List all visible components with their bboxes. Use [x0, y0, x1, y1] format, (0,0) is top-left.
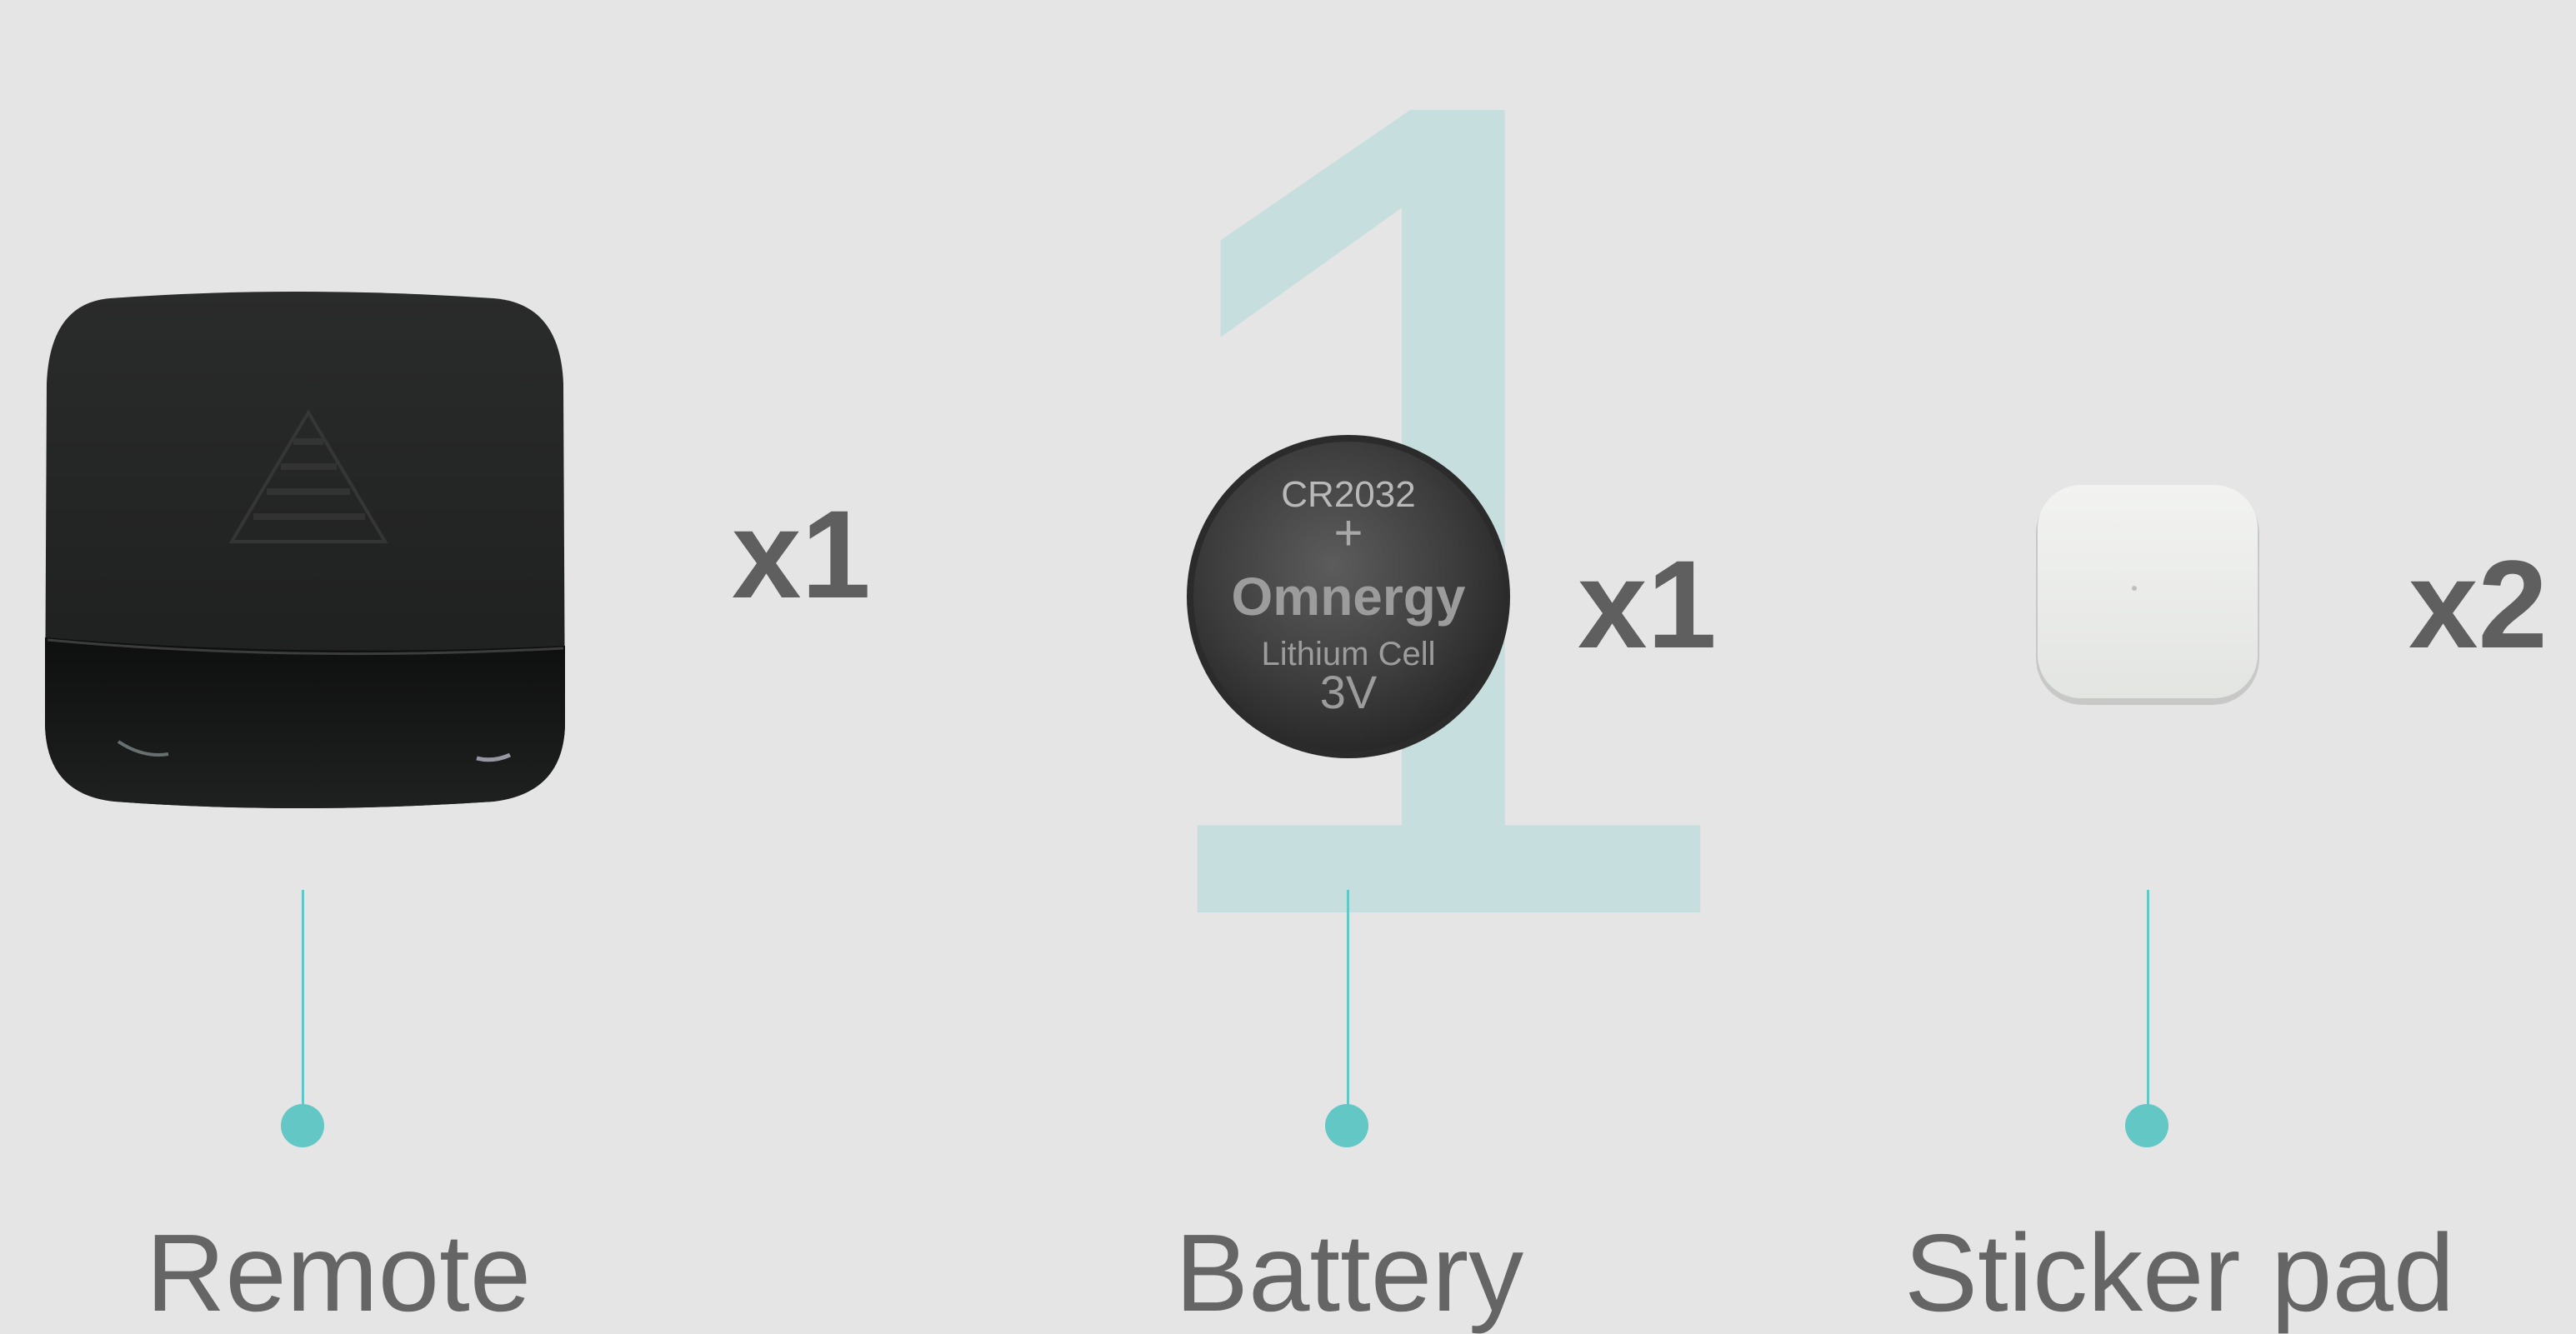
remote-device-image [45, 292, 565, 808]
package-contents: 1 x1 [0, 0, 2576, 1334]
sticker-pad-quantity: x2 [2408, 534, 2548, 674]
svg-text:3V: 3V [1320, 666, 1378, 718]
sticker-pad-connector-dot [2125, 1104, 2168, 1147]
battery-connector-line [1347, 890, 1349, 1128]
battery-label: Battery [1175, 1212, 1524, 1334]
svg-text:Omnergy: Omnergy [1232, 567, 1466, 627]
remote-connector-dot [281, 1104, 324, 1147]
sticker-pad-label: Sticker pad [1904, 1212, 2455, 1334]
battery-quantity: x1 [1578, 534, 1717, 674]
battery-image: CR2032 + Omnergy Lithium Cell 3V [1187, 435, 1510, 758]
remote-label: Remote [146, 1212, 532, 1334]
sticker-pad-connector-line [2147, 890, 2149, 1128]
sticker-pad-image [2036, 485, 2259, 705]
svg-text:+: + [1333, 505, 1363, 561]
remote-quantity: x1 [732, 484, 871, 624]
remote-connector-line [302, 890, 304, 1128]
battery-connector-dot [1325, 1104, 1368, 1147]
